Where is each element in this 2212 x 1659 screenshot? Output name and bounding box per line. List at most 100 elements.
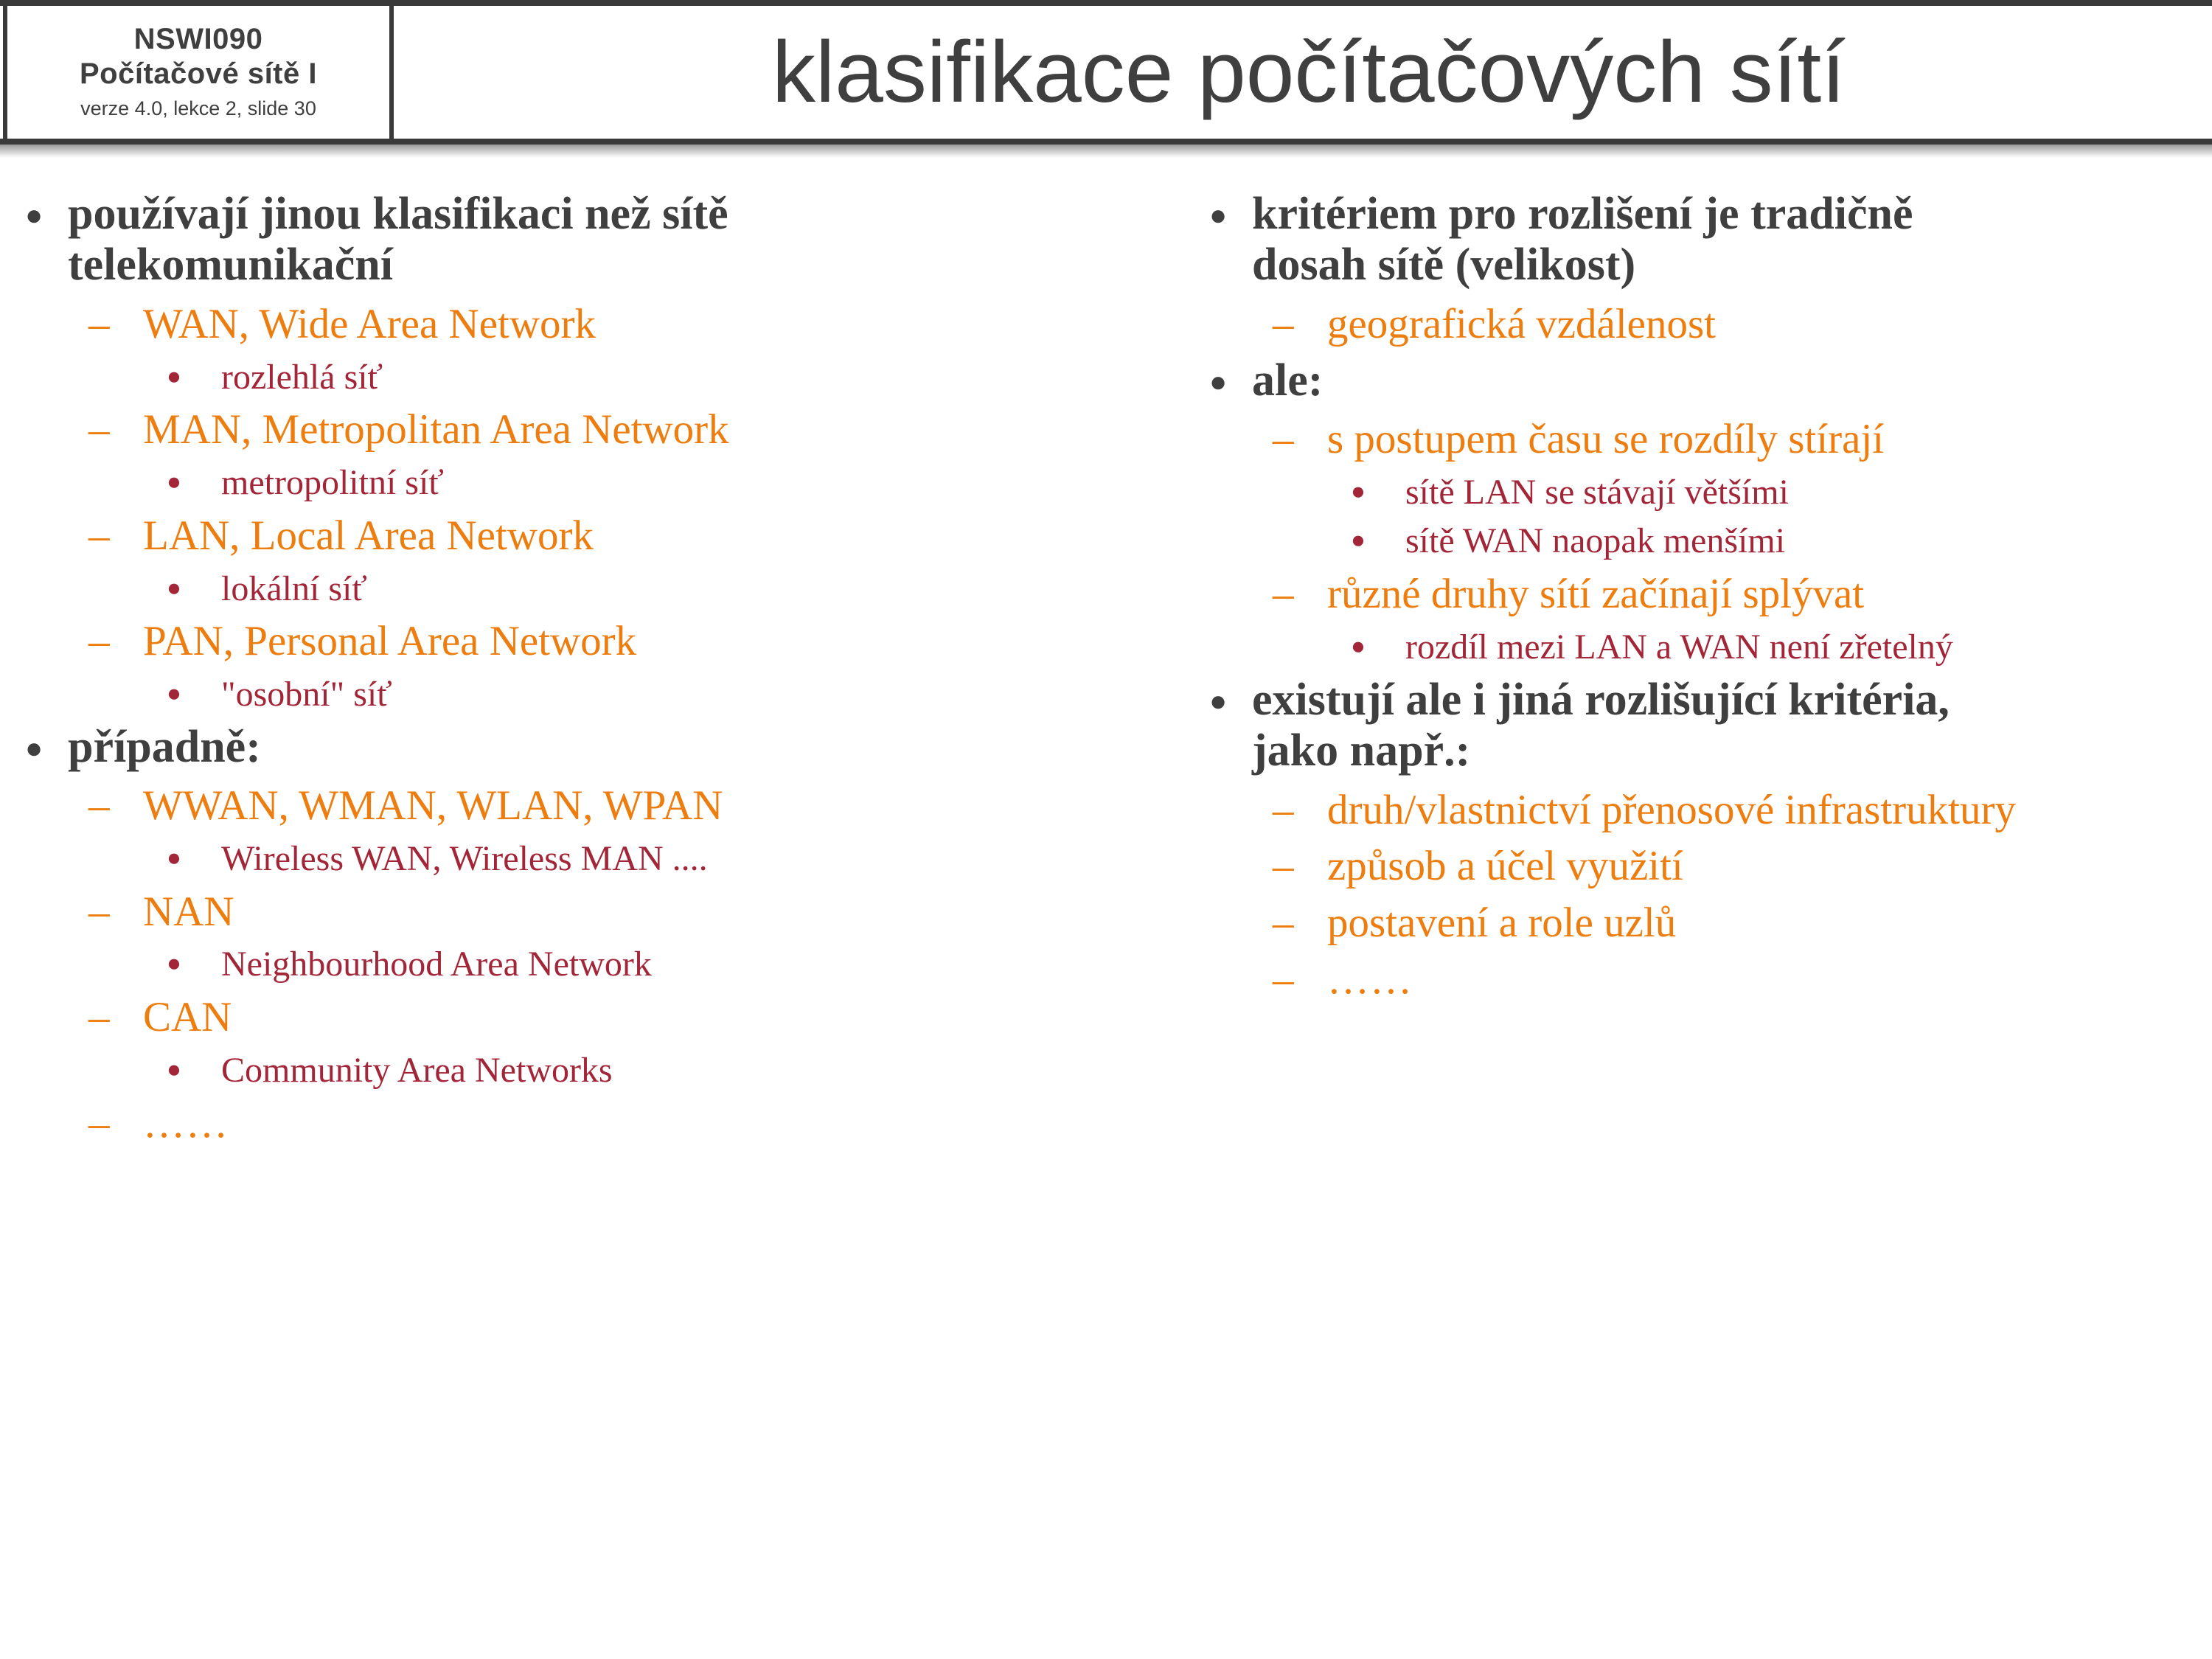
course-info-box: NSWI090 Počítačové sítě I verze 4.0, lek… — [3, 6, 394, 139]
bullet-item-level-3: ● metropolitní síť — [25, 463, 1180, 503]
bullet-item-level-1: ● ale: — [1209, 355, 2205, 406]
bullet-item-level-3: ● Wireless WAN, Wireless MAN .... — [25, 838, 1180, 879]
bullet-item-level-3: ● sítě WAN naopak menšími — [1209, 522, 2205, 561]
bullet-dash-icon: – — [88, 782, 110, 830]
bullet-dash-icon: – — [1273, 416, 1294, 462]
slide-content: ● používají jinou klasifikaci než sítě te… — [0, 145, 2212, 1151]
bullet-item-level-2: – WAN, Wide Area Network — [25, 300, 1180, 348]
bullet-dash-icon: – — [88, 888, 110, 935]
bullet-item-level-1: ● používají jinou klasifikaci než sítě te… — [25, 189, 1180, 291]
bullet-item-level-2: – způsob a účel využití — [1209, 844, 2205, 890]
slide-header: NSWI090 Počítačové sítě I verze 4.0, lek… — [0, 0, 2212, 158]
bullet-dash-icon: – — [88, 1099, 110, 1147]
bullet-dash-icon: – — [88, 994, 110, 1041]
bullet-dash-icon: – — [88, 406, 110, 453]
bullet-dot-icon: ● — [25, 731, 44, 765]
bullet-item-label: geografická vzdálenost — [1327, 300, 1716, 347]
bullet-item-level-2: – s postupem času se rozdíly stírají — [1209, 416, 2205, 463]
bullet-small-dot-icon: ● — [1351, 478, 1366, 505]
bullet-item-level-2: – NAN — [25, 888, 1180, 936]
bullet-item-label: rozdíl mezi LAN a WAN není zřetelný — [1405, 627, 1953, 667]
bullet-dash-icon: – — [1273, 956, 1294, 1003]
bullet-dash-icon: – — [88, 618, 110, 665]
bullet-dash-icon: – — [1273, 786, 1294, 833]
bullet-item-level-2: – různé druhy sítí začínají splývat — [1209, 571, 2205, 618]
bullet-item-label: Wireless WAN, Wireless MAN .... — [221, 838, 708, 878]
bullet-item-level-3: ● Community Area Networks — [25, 1051, 1180, 1091]
bullet-item-level-3: ● Neighbourhood Area Network — [25, 945, 1180, 984]
course-version-line: verze 4.0, lekce 2, slide 30 — [80, 97, 316, 120]
bullet-dot-icon: ● — [25, 198, 44, 232]
bullet-item-label: s postupem času se rozdíly stírají — [1327, 416, 1885, 462]
bullet-dot-icon: ● — [1209, 198, 1228, 232]
bullet-small-dot-icon: ● — [167, 681, 181, 708]
bullet-item-label: způsob a účel využití — [1327, 843, 1683, 890]
bullet-item-label: WWAN, WMAN, WLAN, WPAN — [143, 782, 723, 830]
bullet-item-level-1: ● případně: — [25, 722, 1180, 773]
bullet-item-label: sítě LAN se stávají většími — [1405, 472, 1789, 512]
bullet-item-label: postavení a role uzlů — [1327, 900, 1677, 947]
bullet-item-level-1: ● existují ale i jiná rozlišující kritéri… — [1209, 675, 2205, 777]
bullet-dash-icon: – — [88, 300, 110, 347]
header-bottom-rule — [0, 139, 2212, 145]
bullet-item-level-1: ● kritériem pro rozlišení je tradičně dos… — [1209, 189, 2205, 291]
bullet-item-label: ale: — [1252, 355, 1324, 406]
bullet-item-level-2: – LAN, Local Area Network — [25, 512, 1180, 560]
bullet-item-label: existují ale i jiná rozlišující kritéria… — [1252, 674, 1950, 776]
bullet-item-label: sítě WAN naopak menšími — [1405, 521, 1786, 561]
bullet-item-label: metropolitní síť — [221, 463, 444, 503]
bullet-item-label: MAN, Metropolitan Area Network — [143, 406, 729, 453]
bullet-dot-icon: ● — [1209, 684, 1228, 717]
bullet-dot-icon: ● — [1209, 364, 1228, 398]
bullet-item-level-3: ● rozlehlá síť — [25, 358, 1180, 397]
bullet-item-level-2: – WWAN, WMAN, WLAN, WPAN — [25, 783, 1180, 830]
bullet-dash-icon: – — [1273, 300, 1294, 347]
bullet-item-label: CAN — [143, 994, 232, 1041]
bullet-dash-icon: – — [1273, 900, 1294, 947]
bullet-item-label: případně: — [68, 721, 261, 772]
bullet-item-level-3: ● "osobní" síť — [25, 675, 1180, 714]
bullet-item-label: "osobní" síť — [221, 675, 392, 714]
bullet-dash-icon: – — [1273, 571, 1294, 618]
bullet-item-label: druh/vlastnictví přenosové infrastruktur… — [1327, 786, 2016, 833]
bullet-item-level-3: ● lokální síť — [25, 568, 1180, 609]
bullet-small-dot-icon: ● — [1351, 527, 1366, 554]
header-top-rule — [0, 0, 2212, 6]
course-name: Počítačové sítě I — [80, 58, 317, 91]
course-code: NSWI090 — [133, 23, 263, 56]
bullet-item-label: …… — [1327, 956, 1413, 1003]
bullet-item-label: Community Area Networks — [221, 1050, 613, 1090]
bullet-small-dot-icon: ● — [167, 363, 181, 390]
bullet-small-dot-icon: ● — [167, 469, 181, 496]
bullet-item-label: používají jinou klasifikaci než sítě tel… — [68, 189, 728, 291]
bullet-item-level-3: ● sítě LAN se stávají většími — [1209, 473, 2205, 512]
bullet-item-label: NAN — [143, 888, 234, 935]
bullet-item-level-2: – PAN, Personal Area Network — [25, 619, 1180, 665]
bullet-item-level-3: ● rozdíl mezi LAN a WAN není zřetelný — [1209, 627, 2205, 667]
bullet-item-level-2: – MAN, Metropolitan Area Network — [25, 407, 1180, 453]
bullet-item-label: …… — [143, 1099, 229, 1147]
bullet-item-label: různé druhy sítí začínají splývat — [1327, 571, 1865, 618]
bullet-dash-icon: – — [88, 512, 110, 559]
bullet-item-label: rozlehlá síť — [221, 357, 383, 397]
bullet-dash-icon: – — [1273, 843, 1294, 890]
bullet-small-dot-icon: ● — [167, 574, 181, 602]
bullet-small-dot-icon: ● — [167, 950, 181, 978]
bullet-small-dot-icon: ● — [167, 844, 181, 872]
bullet-item-label: WAN, Wide Area Network — [143, 300, 596, 347]
bullet-item-level-2: –…… — [1209, 956, 2205, 1004]
bullet-small-dot-icon: ● — [167, 1056, 181, 1083]
bullet-item-level-2: – druh/vlastnictví přenosové infrastruktu… — [1209, 787, 2205, 834]
bullet-item-level-2: – postavení a role uzlů — [1209, 900, 2205, 947]
bullet-item-label: lokální síť — [221, 568, 367, 608]
bullet-item-level-2: – CAN — [25, 995, 1180, 1041]
bullet-small-dot-icon: ● — [1351, 633, 1366, 660]
bullet-item-level-2: –…… — [25, 1099, 1180, 1147]
bullet-item-label: kritériem pro rozlišení je tradičně dosa… — [1252, 189, 1913, 291]
bullet-item-label: PAN, Personal Area Network — [143, 618, 637, 665]
bullet-item-label: LAN, Local Area Network — [143, 512, 594, 559]
right-column: ● kritériem pro rozlišení je tradičně dos… — [1194, 181, 2212, 1151]
bullet-item-label: Neighbourhood Area Network — [221, 945, 652, 984]
page-title: klasifikace počítačových sítí — [772, 24, 1846, 121]
left-column: ● používají jinou klasifikaci než sítě te… — [0, 181, 1194, 1151]
